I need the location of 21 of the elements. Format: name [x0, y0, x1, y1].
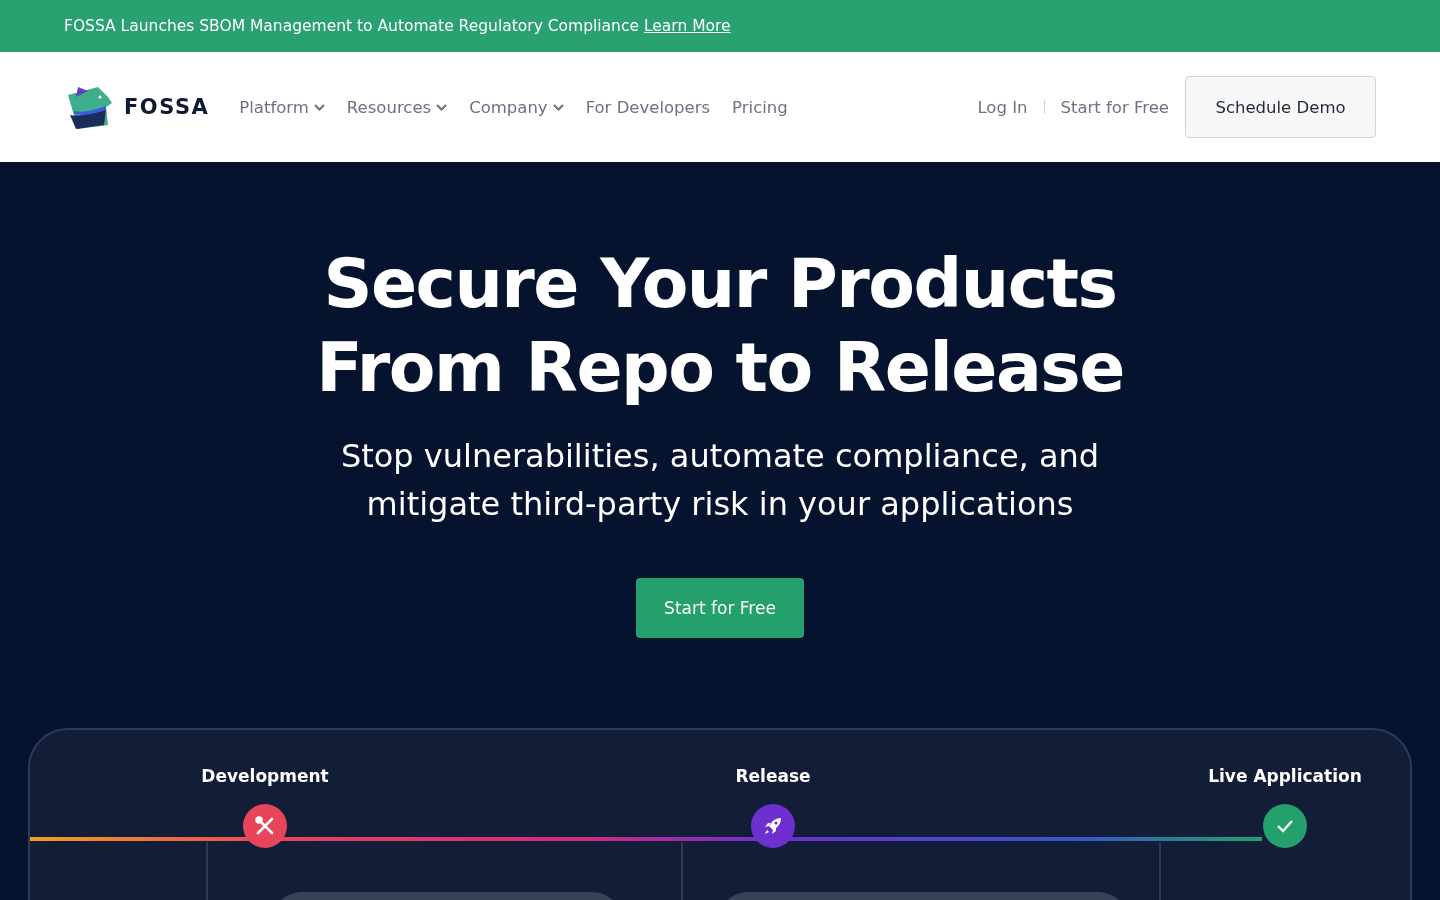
learn-more-link[interactable]: Learn More [643, 17, 731, 35]
rocket-icon [762, 815, 784, 837]
chevron-icon [313, 103, 325, 111]
login-link[interactable]: Log In [977, 97, 1028, 117]
hero-subtitle: Stop vulnerabilities, automate compliance, and mitigate third-party risk in your applications [340, 436, 1100, 525]
nav-item[interactable]: Platform [239, 97, 325, 117]
hero-title: Secure Your Products From Repo to Release [316, 243, 1124, 409]
announcement-text: FOSSA Launches SBOM Management to Automate Regulatory Compliance [64, 17, 639, 35]
nav-item[interactable]: For Developers [585, 97, 711, 117]
stage-label: Development [201, 766, 329, 786]
schedule-demo-button[interactable]: Schedule Demo [1185, 76, 1376, 138]
start-free-link[interactable]: Start for Free [1060, 97, 1169, 117]
nav-item[interactable]: Pricing [732, 97, 788, 117]
nav-item[interactable]: Resources [346, 97, 448, 117]
nav-item[interactable]: Company [469, 97, 564, 117]
start-free-button[interactable]: Start for Free [636, 578, 804, 638]
chevron-icon [552, 103, 564, 111]
brand-name[interactable]: FOSSA [124, 95, 210, 119]
stage-label: Live Application [1208, 766, 1362, 786]
chevron-icon [436, 103, 448, 111]
stage-label: Release [735, 766, 811, 786]
